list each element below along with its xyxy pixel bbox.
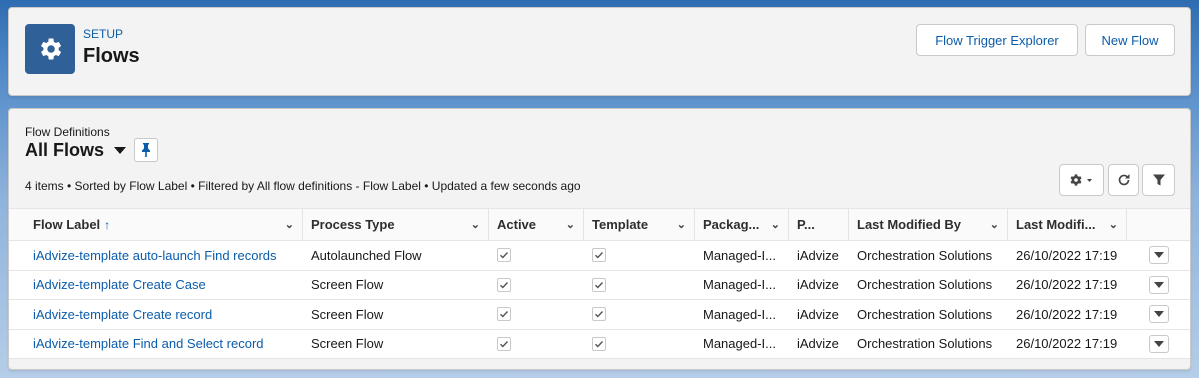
process-type-cell: Autolaunched Flow (311, 247, 422, 263)
gear-icon (1070, 174, 1092, 186)
row-action-menu-button[interactable] (1148, 305, 1169, 324)
modified-by-cell: Orchestration Solutions (857, 336, 993, 352)
list-settings-button[interactable] (1059, 164, 1104, 196)
checkbox-checked-icon (497, 248, 511, 263)
column-header-actions (1127, 209, 1190, 240)
refresh-icon (1118, 174, 1129, 186)
row-actions (1127, 275, 1190, 294)
caret-down-icon[interactable] (114, 147, 127, 154)
table-row: iAdvize-template Create Case Screen Flow… (9, 271, 1190, 300)
p-cell: iAdvize (797, 247, 839, 263)
chevron-down-icon (1153, 311, 1164, 318)
chevron-down-icon (1153, 252, 1164, 259)
package-cell: Managed-I... (703, 277, 776, 293)
row-action-menu-button[interactable] (1148, 334, 1169, 353)
modified-by-cell: Orchestration Solutions (857, 247, 993, 263)
row-actions (1127, 334, 1190, 353)
checkbox-checked-icon (592, 336, 606, 351)
new-flow-button[interactable]: New Flow (1085, 24, 1175, 56)
modified-date-cell: 26/10/2022 17:19 (1016, 306, 1118, 322)
table-row: iAdvize-template Create record Screen Fl… (9, 300, 1190, 330)
breadcrumb[interactable]: SETUP (83, 27, 123, 41)
chevron-down-icon (1153, 340, 1164, 347)
flow-label-link[interactable]: iAdvize-template Find and Select record (9, 336, 303, 351)
process-type-cell: Screen Flow (311, 306, 384, 322)
pin-icon (142, 143, 150, 157)
sort-ascending-icon: ↑ (104, 218, 111, 232)
p-cell: iAdvize (797, 306, 839, 322)
column-header-flow-label[interactable]: Flow Label ↑ ⌄ (9, 209, 303, 240)
chevron-down-icon[interactable]: ⌄ (677, 218, 686, 231)
chevron-down-icon[interactable]: ⌄ (471, 218, 480, 231)
page-title: Flows (83, 45, 140, 67)
active-cell (489, 336, 584, 351)
refresh-button[interactable] (1108, 164, 1139, 196)
column-header-p[interactable]: P... (789, 209, 849, 240)
column-header-last-modified-by[interactable]: Last Modified By ⌄ (849, 209, 1008, 240)
list-view-name: All Flows (25, 140, 105, 160)
checkbox-checked-icon (497, 277, 511, 292)
template-cell (584, 336, 695, 351)
chevron-down-icon[interactable]: ⌄ (990, 218, 999, 231)
package-cell: Managed-I... (703, 306, 776, 322)
package-cell: Managed-I... (703, 247, 776, 263)
p-cell: iAdvize (797, 277, 839, 293)
modified-by-cell: Orchestration Solutions (857, 277, 993, 293)
chevron-down-icon[interactable]: ⌄ (285, 218, 294, 231)
flow-trigger-explorer-button[interactable]: Flow Trigger Explorer (916, 24, 1078, 56)
flows-table: Flow Label ↑ ⌄ Process Type ⌄ Active ⌄ Te… (9, 208, 1190, 359)
modified-by-cell: Orchestration Solutions (857, 306, 993, 322)
chevron-down-icon (1153, 281, 1164, 288)
active-cell (489, 248, 584, 263)
process-type-cell: Screen Flow (311, 277, 384, 293)
table-row: iAdvize-template Find and Select record … (9, 330, 1190, 359)
checkbox-checked-icon (592, 277, 606, 292)
package-cell: Managed-I... (703, 336, 776, 352)
checkbox-checked-icon (497, 307, 511, 322)
flow-label-link[interactable]: iAdvize-template Create Case (9, 277, 303, 292)
column-header-process-type[interactable]: Process Type ⌄ (303, 209, 489, 240)
object-label: Flow Definitions (25, 125, 110, 139)
chevron-down-icon[interactable]: ⌄ (771, 218, 780, 231)
modified-date-cell: 26/10/2022 17:19 (1016, 336, 1118, 352)
list-view-selector[interactable]: All Flows (25, 140, 127, 161)
modified-date-cell: 26/10/2022 17:19 (1016, 247, 1118, 263)
row-actions (1127, 305, 1190, 324)
row-actions (1127, 246, 1190, 265)
column-header-last-modified-date[interactable]: Last Modifi... ⌄ (1008, 209, 1127, 240)
flow-label-link[interactable]: iAdvize-template Create record (9, 307, 303, 322)
checkbox-checked-icon (592, 248, 606, 263)
chevron-down-icon[interactable]: ⌄ (566, 218, 575, 231)
pin-button[interactable] (134, 138, 158, 162)
list-status: 4 items • Sorted by Flow Label • Filtere… (25, 179, 581, 193)
row-action-menu-button[interactable] (1148, 246, 1169, 265)
p-cell: iAdvize (797, 336, 839, 352)
list-view-card: Flow Definitions All Flows 4 items • Sor… (8, 108, 1191, 370)
checkbox-checked-icon (592, 307, 606, 322)
column-header-active[interactable]: Active ⌄ (489, 209, 584, 240)
column-header-template[interactable]: Template ⌄ (584, 209, 695, 240)
template-cell (584, 248, 695, 263)
template-cell (584, 277, 695, 292)
template-cell (584, 307, 695, 322)
column-header-package[interactable]: Packag... ⌄ (695, 209, 789, 240)
page-header: SETUP Flows Flow Trigger Explorer New Fl… (8, 7, 1191, 96)
filter-icon (1152, 174, 1165, 186)
table-row: iAdvize-template auto-launch Find record… (9, 241, 1190, 271)
modified-date-cell: 26/10/2022 17:19 (1016, 277, 1118, 293)
process-type-cell: Screen Flow (311, 336, 384, 352)
gear-icon (25, 24, 75, 74)
chevron-down-icon[interactable]: ⌄ (1109, 218, 1118, 231)
flow-label-link[interactable]: iAdvize-template auto-launch Find record… (9, 248, 303, 263)
table-header: Flow Label ↑ ⌄ Process Type ⌄ Active ⌄ Te… (9, 209, 1190, 241)
active-cell (489, 307, 584, 322)
checkbox-checked-icon (497, 336, 511, 351)
active-cell (489, 277, 584, 292)
row-action-menu-button[interactable] (1148, 275, 1169, 294)
filter-button[interactable] (1142, 164, 1175, 196)
